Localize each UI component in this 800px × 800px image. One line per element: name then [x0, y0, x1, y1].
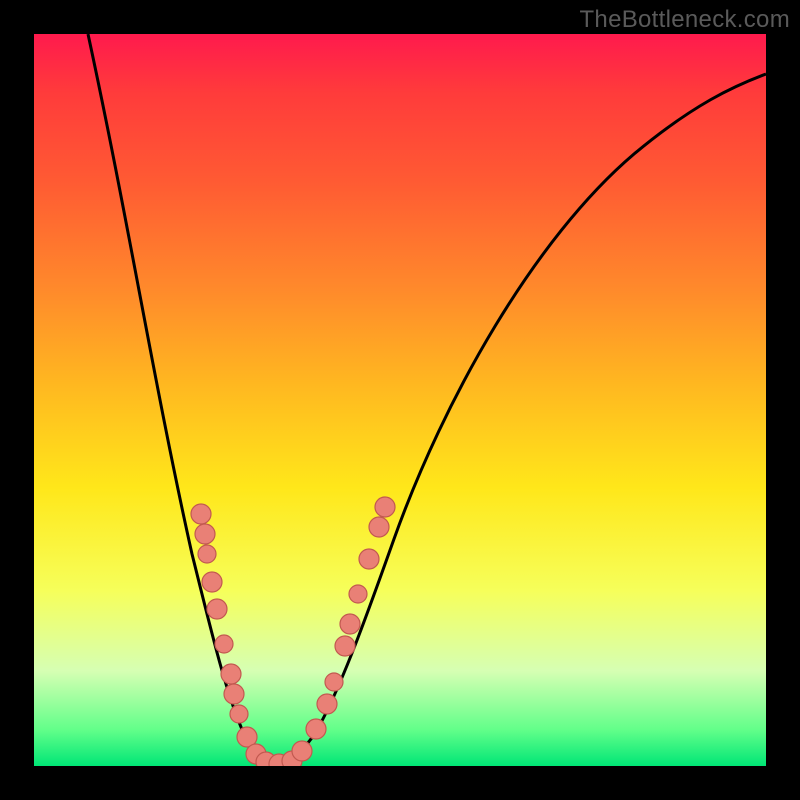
- data-point: [359, 549, 379, 569]
- data-point: [325, 673, 343, 691]
- data-point: [317, 694, 337, 714]
- data-point: [340, 614, 360, 634]
- data-point: [349, 585, 367, 603]
- chart-plot-area: [34, 34, 766, 766]
- data-point: [195, 524, 215, 544]
- attribution-text: TheBottleneck.com: [579, 6, 790, 34]
- bottleneck-curve-svg: [34, 34, 766, 766]
- data-point-group: [191, 497, 395, 766]
- data-point: [369, 517, 389, 537]
- data-point: [221, 664, 241, 684]
- data-point: [375, 497, 395, 517]
- data-point: [335, 636, 355, 656]
- data-point: [230, 705, 248, 723]
- data-point: [198, 545, 216, 563]
- data-point: [306, 719, 326, 739]
- data-point: [207, 599, 227, 619]
- data-point: [202, 572, 222, 592]
- data-point: [224, 684, 244, 704]
- data-point: [191, 504, 211, 524]
- data-point: [215, 635, 233, 653]
- bottleneck-curve-path: [88, 34, 766, 763]
- data-point: [292, 741, 312, 761]
